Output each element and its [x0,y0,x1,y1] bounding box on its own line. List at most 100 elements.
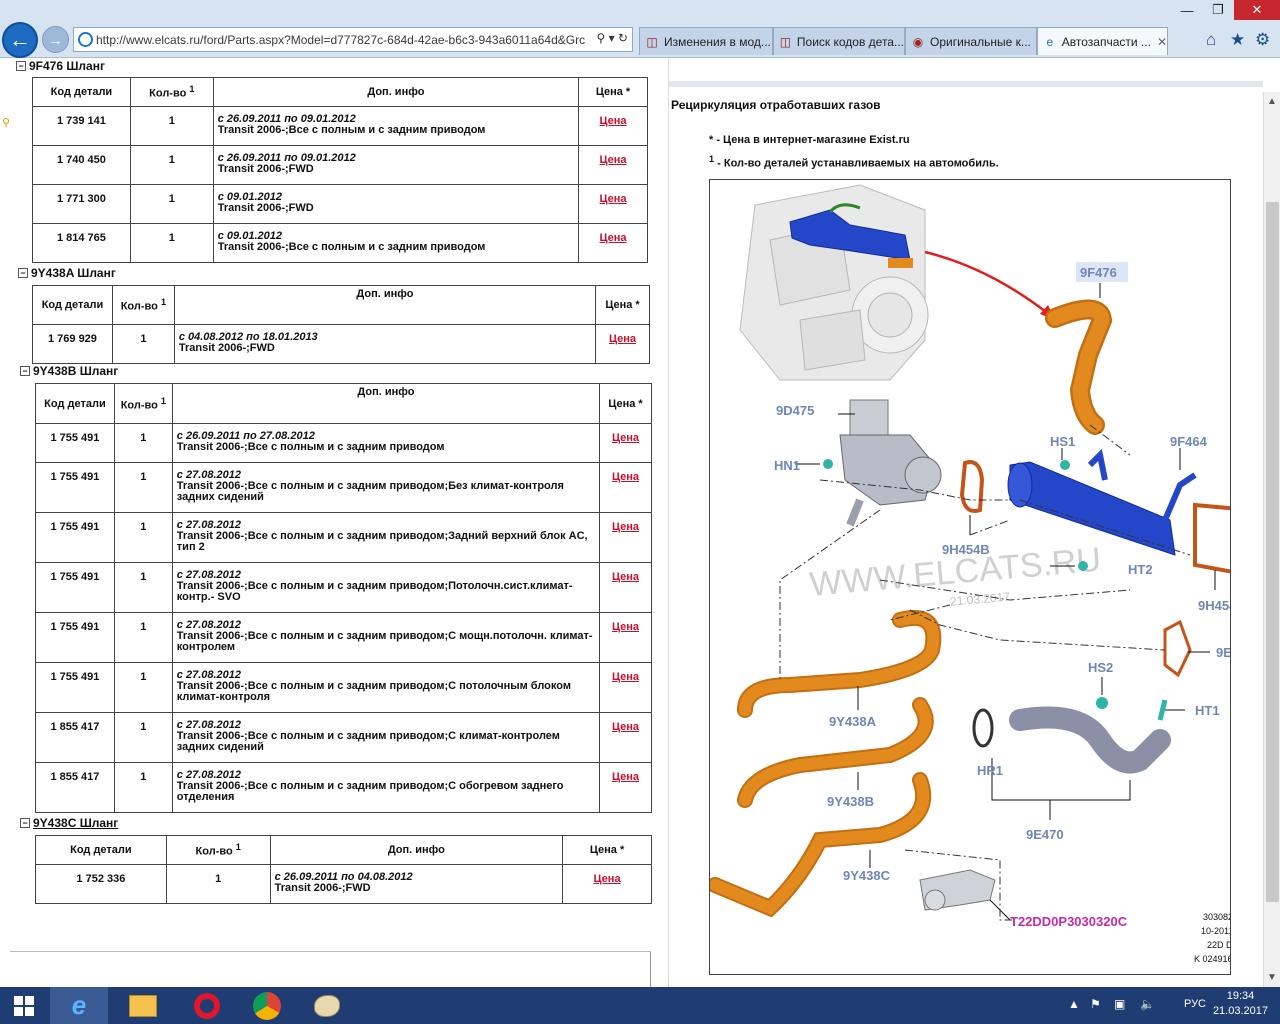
part-info: с 26.09.2011 по 09.01.2012 Transit 2006-;… [212,145,580,185]
tab-label: Оригинальные к... [930,34,1031,49]
price-link[interactable]: Цена [612,621,639,633]
price-link[interactable]: Цена [599,154,626,166]
price-link[interactable]: Цена [612,771,639,783]
col-header-qty: Кол-во 1 [165,835,271,865]
tray-chevron-icon[interactable]: ▲ [1068,997,1080,1011]
part-info: с 26.09.2011 по 04.08.2012 Transit 2006-;… [269,864,564,904]
parts-diagram: WWW.ELCATS.RU 21.03.2017 9F476 9D475 HN1… [709,179,1231,975]
price-link[interactable]: Цена [599,232,626,244]
settings-gear-icon[interactable]: ⚙ [1255,30,1270,50]
label-9h454a: 9H454A [1198,598,1231,613]
section-title-9y438a[interactable]: − 9Y438A Шланг [18,266,116,280]
collapse-toggle-icon[interactable]: − [20,818,30,828]
price-cell: Цена [599,562,652,613]
close-window-button[interactable]: ✕ [1234,0,1280,20]
collapse-toggle-icon[interactable]: − [16,61,26,71]
part-qty: 1 [113,662,173,713]
section-title-9y438c[interactable]: − 9Y438C Шланг [20,816,118,830]
close-tab-icon[interactable]: ✕ [1157,35,1167,49]
taskbar-paint-button[interactable] [298,987,356,1024]
system-clock[interactable]: 19:34 21.03.2017 [1213,989,1268,1019]
tab-poisk-kodov[interactable]: ◫ Поиск кодов дета... [773,27,905,55]
egr-valve-9d475 [839,399,942,527]
part-info: с 09.01.2012 Transit 2006-;Все с полным и… [212,223,580,263]
corner-ref-1: 3030820C [1203,912,1231,922]
collapse-toggle-icon[interactable]: − [20,366,30,376]
taskbar-opera-button[interactable] [178,987,236,1024]
home-icon[interactable]: ⌂ [1206,30,1216,50]
table-row: 1 755 491 1 с 27.08.2012 Transit 2006-;Вс… [35,562,652,613]
section-title-text: 9F476 Шланг [29,59,105,73]
price-link[interactable]: Цена [609,333,636,345]
minimize-button[interactable]: — [1175,0,1199,20]
taskbar-ie-button[interactable]: e [50,987,108,1024]
part-qty: 1 [113,612,173,663]
forward-button[interactable]: → [42,26,69,53]
scroll-thumb[interactable] [1266,202,1279,902]
tab-avtozapchasti[interactable]: e Автозапчасти ... ✕ [1037,27,1168,55]
opera-icon [194,992,220,1019]
part-code: 1 814 765 [32,223,131,263]
collapse-toggle-icon[interactable]: − [18,268,28,278]
taskbar-explorer-button[interactable] [114,987,172,1024]
favorites-star-icon[interactable]: ★ [1230,30,1245,50]
diagram-heading: Рециркуляция отработавших газов [671,98,881,112]
scroll-up-icon[interactable]: ▲ [1267,96,1277,107]
address-bar[interactable]: http://www.elcats.ru/ford/Parts.aspx?Mod… [73,27,633,52]
maximize-button[interactable]: ❐ [1206,0,1230,20]
price-link[interactable]: Цена [612,671,639,683]
input-language[interactable]: РУС [1184,998,1206,1010]
start-button[interactable] [0,987,48,1024]
tab-originalnye[interactable]: ◉ Оригинальные к... [905,27,1037,55]
price-cell: Цена [599,462,652,513]
part-qty: 1 [113,562,173,613]
arrow-right-icon: → [48,31,63,48]
label-9y438a: 9Y438A [829,714,877,729]
flag-icon[interactable]: ⚑ [1090,997,1101,1011]
corner-ref-4: K 0249160 05 [1194,954,1231,964]
part-code: 1 855 417 [35,712,115,763]
part-info: с 26.09.2011 по 09.01.2012 Transit 2006-;… [212,106,580,146]
part-info: с 27.08.2012 Transit 2006-;Все с полным и… [171,512,601,563]
search-refresh-icons[interactable]: ⚲ ▾ ↻ [596,31,628,45]
price-link[interactable]: Цена [599,115,626,127]
taskbar-chrome-button[interactable] [238,987,296,1024]
price-link[interactable]: Цена [612,521,639,533]
tab-izmeneniya[interactable]: ◫ Изменения в мод... [639,27,773,55]
price-cell: Цена [599,512,652,563]
price-link[interactable]: Цена [612,471,639,483]
col-header-info: Доп. инфо [171,383,601,424]
col-header-price: Цена * [562,835,652,865]
label-9f476: 9F476 [1080,265,1117,280]
price-link[interactable]: Цена [612,432,639,444]
back-button[interactable]: ← [2,22,38,58]
scroll-down-icon[interactable]: ▼ [1267,972,1277,983]
price-link[interactable]: Цена [612,571,639,583]
table-row: 1 855 417 1 с 27.08.2012 Transit 2006-;Вс… [35,712,652,763]
network-icon[interactable]: ▣ [1114,997,1125,1011]
volume-icon[interactable]: 🔈 [1140,997,1155,1011]
table-row: 1 771 300 1 с 09.01.2012 Transit 2006-;FW… [32,184,648,224]
price-link[interactable]: Цена [599,193,626,205]
tab-label: Поиск кодов дета... [796,34,904,49]
part-qty: 1 [113,512,173,563]
arrow-left-icon: ← [9,27,31,52]
table-row: 1 740 450 1 с 26.09.2011 по 09.01.2012 Tr… [32,145,648,185]
label-ht2: HT2 [1128,562,1153,577]
section-title-9y438b[interactable]: − 9Y438B Шланг [20,364,118,378]
vertical-scrollbar[interactable]: ▲ ▼ [1263,92,1280,987]
part-qty: 1 [129,106,214,146]
table-header-row: Код детали Кол-во 1 Доп. инфо Цена * [32,77,648,107]
section-title-9f476[interactable]: − 9F476 Шланг [16,59,105,73]
windows-taskbar: e ▲ ⚑ ▣ 🔈 РУС 19:34 21.03.2017 [0,987,1280,1024]
price-cell: Цена [595,324,650,364]
gasket-9h454a [1193,502,1230,574]
part-code: 1 755 491 [35,462,115,513]
part-qty: 1 [111,324,175,364]
bolt-hn1 [823,459,833,469]
bolt-hs1 [1060,460,1070,470]
table-header-row: Код детали Кол-во 1 Доп. инфо Цена * [35,835,652,865]
parts-table-9y438c: Код детали Кол-во 1 Доп. инфо Цена * 1 7… [35,835,652,904]
price-link[interactable]: Цена [594,873,621,885]
price-link[interactable]: Цена [612,721,639,733]
